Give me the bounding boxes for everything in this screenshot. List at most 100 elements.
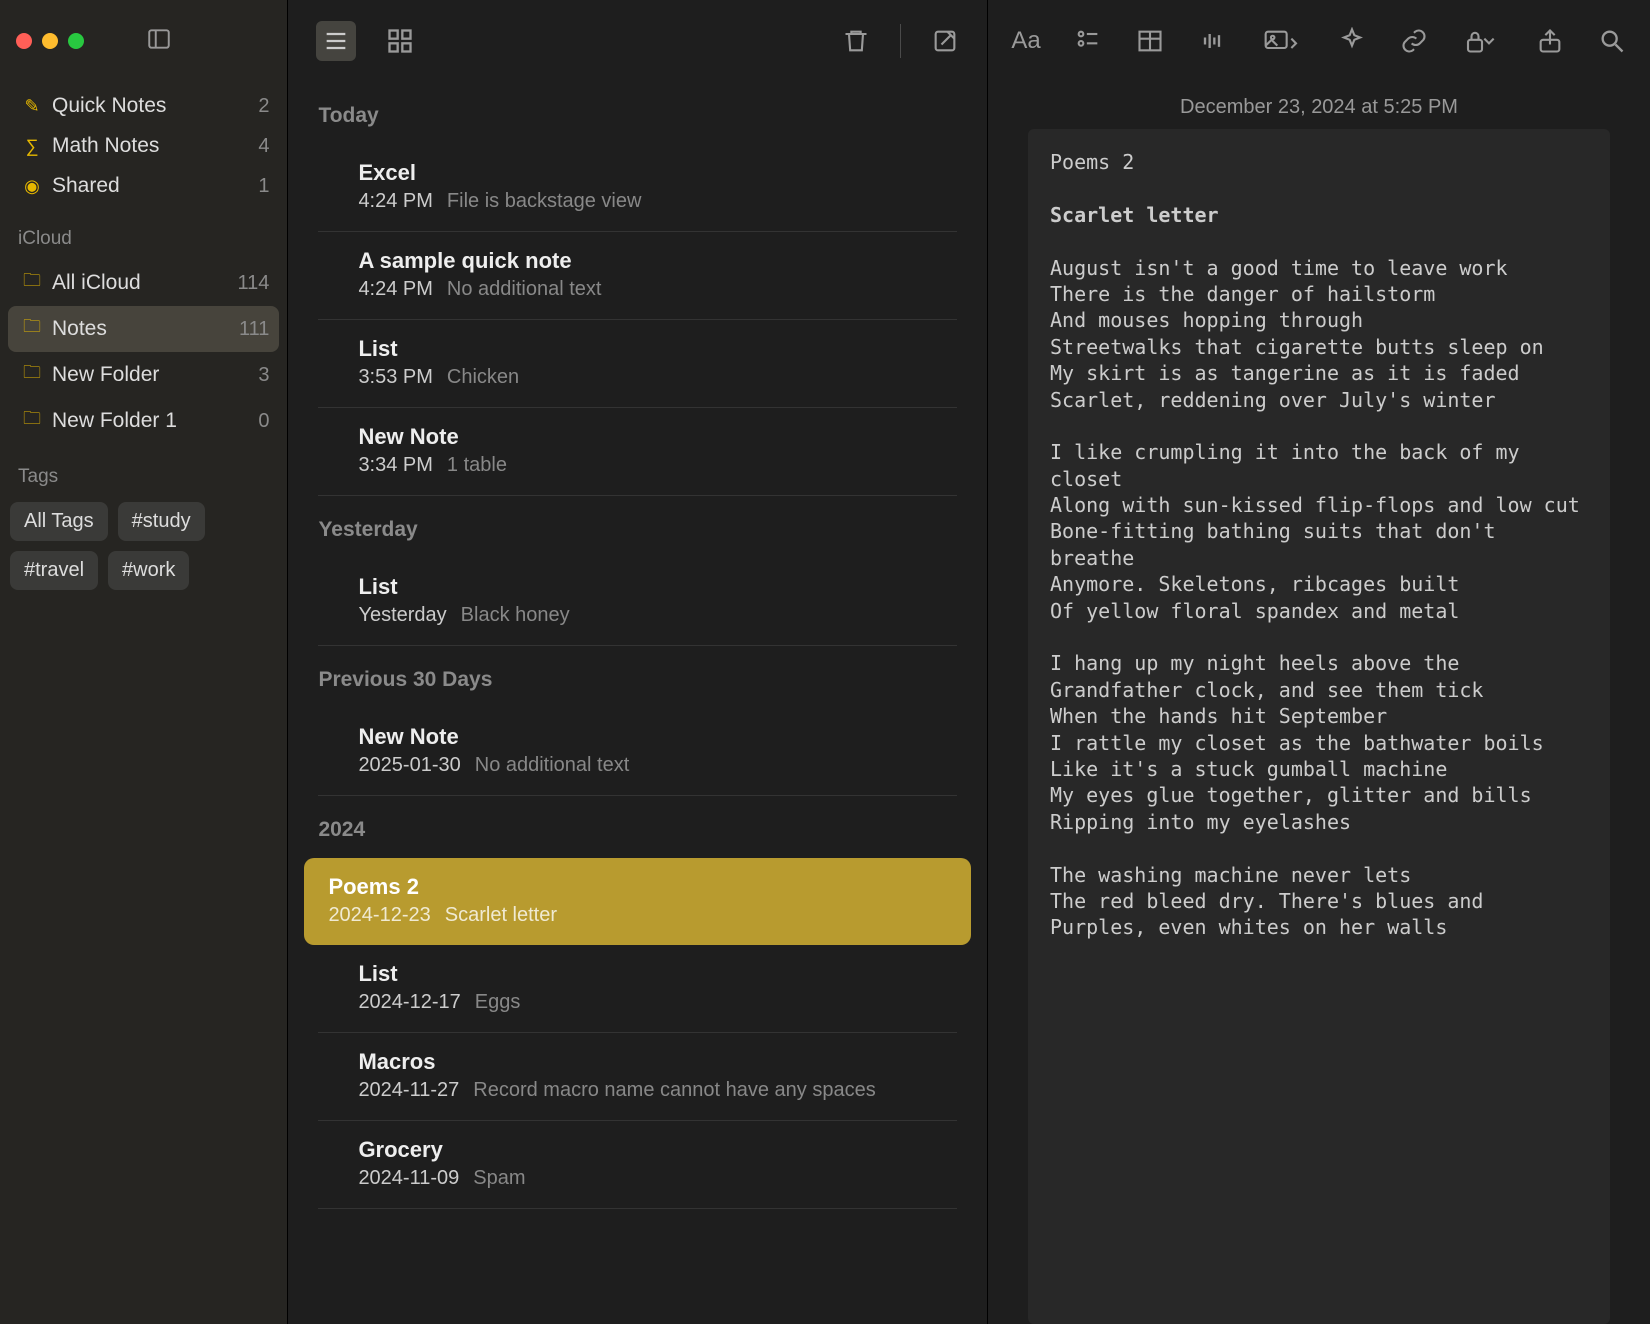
note-title: List: [358, 961, 917, 987]
sidebar-item-count: 4: [258, 135, 269, 158]
folder-icon: 🗀: [18, 268, 46, 298]
link-button[interactable]: [1400, 27, 1428, 55]
note-item[interactable]: Grocery 2024-11-09 Spam: [318, 1121, 957, 1209]
tag-work[interactable]: #work: [108, 551, 189, 590]
sidebar-item-new-folder-1[interactable]: 🗀 New Folder 1 0: [8, 398, 279, 444]
folders-list: 🗀 All iCloud 114 🗀 Notes 111 🗀 New Folde…: [0, 256, 287, 448]
sidebar-item-count: 3: [258, 364, 269, 387]
note-meta: 4:24 PM: [358, 278, 432, 301]
sidebar-item-label: Shared: [52, 174, 258, 198]
notes-list-column: TodayExcel4:24 PMFile is backstage viewA…: [288, 0, 988, 1324]
note-item[interactable]: Excel 4:24 PMFile is backstage view: [318, 144, 957, 232]
note-meta-row: 2024-11-27Record macro name cannot have …: [358, 1079, 917, 1102]
format-text-button[interactable]: Aa: [1012, 27, 1040, 55]
note-meta-row: 4:24 PM No additional text: [358, 278, 917, 301]
sidebar-item-label: New Folder 1: [52, 409, 258, 433]
share-button[interactable]: [1536, 27, 1564, 55]
note-title: A sample quick note: [358, 248, 917, 274]
note-meta: 2025-01-30: [358, 754, 460, 777]
sidebar-item-new-folder[interactable]: 🗀 New Folder 3: [8, 352, 279, 398]
note-title: Macros: [358, 1049, 917, 1075]
sidebar-item-label: All iCloud: [52, 271, 238, 295]
sidebar-item-count: 114: [238, 272, 270, 295]
note-preview: Spam: [473, 1167, 525, 1190]
sidebar-item-count: 111: [239, 318, 269, 341]
toolbar-divider: [900, 24, 901, 58]
list-view-button[interactable]: [316, 21, 356, 61]
note-meta: 3:34 PM: [358, 454, 432, 477]
note-preview: Eggs: [475, 991, 521, 1014]
note-title: New Note: [358, 724, 917, 750]
note-item[interactable]: List2024-12-17Eggs: [318, 945, 957, 1033]
note-item[interactable]: List YesterdayBlack honey: [318, 558, 957, 646]
note-meta-row: YesterdayBlack honey: [358, 604, 917, 627]
note-meta-row: 4:24 PMFile is backstage view: [358, 190, 917, 213]
folder-icon: 🗀: [18, 360, 46, 390]
audio-button[interactable]: [1198, 27, 1226, 55]
note-title: Poems 2: [328, 874, 947, 900]
note-meta-row: 3:53 PM Chicken: [358, 366, 917, 389]
note-item[interactable]: New Note 2025-01-30 No additional text: [318, 708, 957, 796]
note-meta: 2024-11-09: [358, 1167, 459, 1190]
table-button[interactable]: [1136, 27, 1164, 55]
editor-toolbar: Aa: [988, 0, 1650, 82]
sidebar-item-count: 1: [258, 175, 269, 198]
sidebar-item-label: New Folder: [52, 363, 258, 387]
lock-button[interactable]: [1462, 27, 1502, 55]
sidebar-item-all-icloud[interactable]: 🗀 All iCloud 114: [8, 260, 279, 306]
editor-column: Aa December 23, 2024 at 5:25 PM Poems 2: [988, 0, 1650, 1324]
note-item[interactable]: List 3:53 PM Chicken: [318, 320, 957, 408]
tag-travel[interactable]: #travel: [10, 551, 98, 590]
note-title: Excel: [358, 160, 917, 186]
editor-note-title: Poems 2: [1050, 149, 1588, 175]
note-title: List: [358, 336, 917, 362]
tags-header: Tags: [0, 448, 287, 494]
note-meta-row: 2024-12-23Scarlet letter: [328, 904, 947, 927]
sidebar-item-label: Quick Notes: [52, 94, 258, 118]
shared-icon: ◉: [18, 176, 46, 197]
note-meta: Yesterday: [358, 604, 446, 627]
titlebar: [0, 0, 287, 82]
editor-body[interactable]: Poems 2Scarlet letterAugust isn't a good…: [1028, 129, 1610, 1324]
note-preview: No additional text: [447, 278, 602, 301]
media-button[interactable]: [1260, 27, 1304, 55]
delete-button[interactable]: [842, 27, 870, 55]
note-item[interactable]: A sample quick note 4:24 PM No additional …: [318, 232, 957, 320]
tags-area: All Tags #study #travel #work: [0, 494, 287, 598]
note-item[interactable]: Macros 2024-11-27Record macro name cannot…: [318, 1033, 957, 1121]
note-preview: Chicken: [447, 366, 519, 389]
sidebar-item-notes[interactable]: 🗀 Notes 111: [8, 306, 279, 352]
date-section-header: Yesterday: [288, 496, 987, 558]
list-toolbar: [288, 0, 987, 82]
note-item[interactable]: New Note3:34 PM1 table: [318, 408, 957, 496]
note-meta: 2024-11-27: [358, 1079, 459, 1102]
sidebar-item-quick-notes[interactable]: ✎ Quick Notes 2: [8, 86, 279, 126]
quick-notes-icon: ✎: [18, 96, 46, 117]
note-preview: No additional text: [475, 754, 630, 777]
icloud-header: iCloud: [0, 210, 287, 256]
notes-scroll[interactable]: TodayExcel4:24 PMFile is backstage viewA…: [288, 82, 987, 1324]
note-title: Grocery: [358, 1137, 917, 1163]
sidebar: ✎ Quick Notes 2 ∑ Math Notes 4 ◉ Shared …: [0, 0, 288, 1324]
sidebar-item-math-notes[interactable]: ∑ Math Notes 4: [8, 126, 279, 166]
sidebar-item-shared[interactable]: ◉ Shared 1: [8, 166, 279, 206]
note-item[interactable]: Poems 2 2024-12-23Scarlet letter: [304, 858, 971, 945]
close-window-button[interactable]: [16, 33, 32, 49]
new-note-button[interactable]: [931, 27, 959, 55]
checklist-button[interactable]: [1074, 27, 1102, 55]
date-section-header: 2024: [288, 796, 987, 858]
tag-all[interactable]: All Tags: [10, 502, 108, 541]
maximize-window-button[interactable]: [68, 33, 84, 49]
note-meta: 3:53 PM: [358, 366, 432, 389]
gallery-view-button[interactable]: [386, 27, 414, 55]
note-title: List: [358, 574, 917, 600]
toggle-sidebar-button[interactable]: [146, 26, 172, 57]
ai-button[interactable]: [1338, 27, 1366, 55]
search-button[interactable]: [1598, 27, 1626, 55]
note-meta-row: 2024-11-09 Spam: [358, 1167, 917, 1190]
note-meta: 2024-12-23: [328, 904, 430, 927]
folder-icon: 🗀: [18, 314, 46, 344]
minimize-window-button[interactable]: [42, 33, 58, 49]
tag-study[interactable]: #study: [118, 502, 205, 541]
date-section-header: Previous 30 Days: [288, 646, 987, 708]
